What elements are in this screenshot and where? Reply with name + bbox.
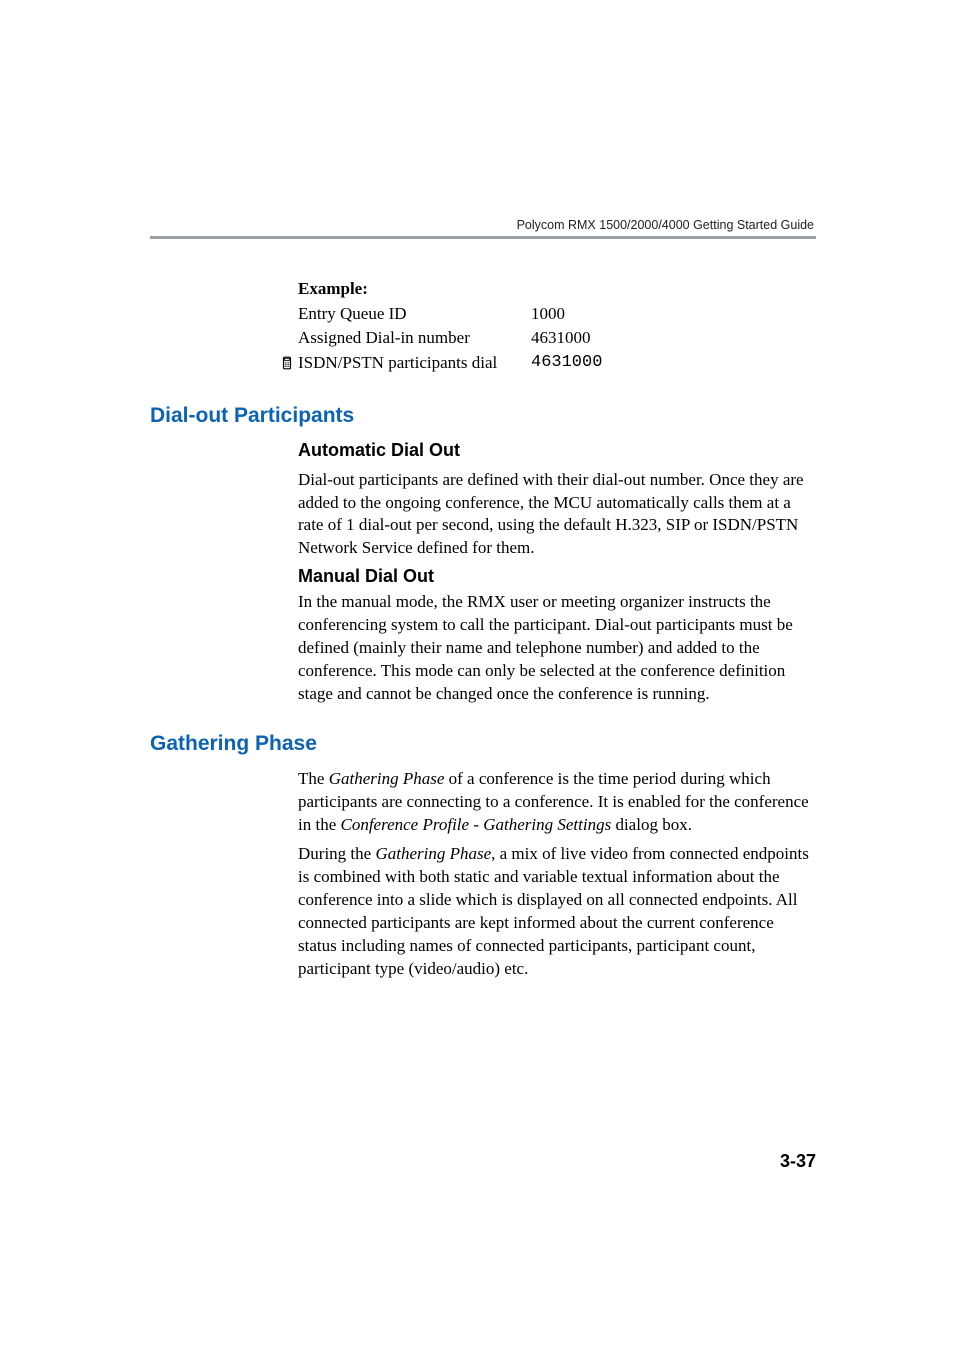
- entry-queue-id-value: 1000: [531, 302, 565, 327]
- example-assigned-dial-in-row: Assigned Dial-in number 4631000: [298, 326, 816, 351]
- text-fragment: , a mix of live video from connected end…: [298, 844, 809, 978]
- assigned-dial-in-value: 4631000: [531, 326, 591, 351]
- example-label: Example:: [298, 277, 816, 302]
- example-entry-queue-row: Entry Queue ID 1000: [298, 302, 816, 327]
- emphasis-gathering-phase: Gathering Phase: [375, 844, 491, 863]
- heading-manual-dial-out: Manual Dial Out: [298, 566, 816, 587]
- running-head: Polycom RMX 1500/2000/4000 Getting Start…: [517, 218, 814, 232]
- entry-queue-id-label: Entry Queue ID: [298, 302, 531, 327]
- emphasis-gathering-phase: Gathering Phase: [329, 769, 445, 788]
- example-isdn-pstn-row: ISDN/PSTN participants dial 4631000: [276, 351, 816, 376]
- page-content: Example: Entry Queue ID 1000 Assigned Di…: [150, 277, 816, 986]
- header-rule: [150, 236, 816, 239]
- emphasis-conference-profile: Conference Profile - Gathering Settings: [341, 815, 612, 834]
- text-fragment: dialog box.: [611, 815, 692, 834]
- isdn-pstn-label: ISDN/PSTN participants dial: [298, 351, 531, 376]
- para-gathering-1: The Gathering Phase of a conference is t…: [298, 768, 816, 837]
- text-fragment: During the: [298, 844, 375, 863]
- para-manual-dial-out: In the manual mode, the RMX user or meet…: [298, 591, 816, 706]
- isdn-pstn-value: 4631000: [531, 351, 602, 376]
- heading-dial-out-participants: Dial-out Participants: [150, 404, 816, 428]
- para-gathering-2: During the Gathering Phase, a mix of liv…: [298, 843, 816, 981]
- assigned-dial-in-label: Assigned Dial-in number: [298, 326, 531, 351]
- heading-automatic-dial-out: Automatic Dial Out: [298, 440, 816, 461]
- text-fragment: The: [298, 769, 329, 788]
- page: Polycom RMX 1500/2000/4000 Getting Start…: [0, 0, 954, 1350]
- phone-icon: [276, 356, 298, 370]
- para-automatic-dial-out: Dial-out participants are defined with t…: [298, 469, 816, 561]
- heading-gathering-phase: Gathering Phase: [150, 732, 816, 756]
- example-block: Example: Entry Queue ID 1000 Assigned Di…: [298, 277, 816, 376]
- page-number: 3-37: [780, 1151, 816, 1172]
